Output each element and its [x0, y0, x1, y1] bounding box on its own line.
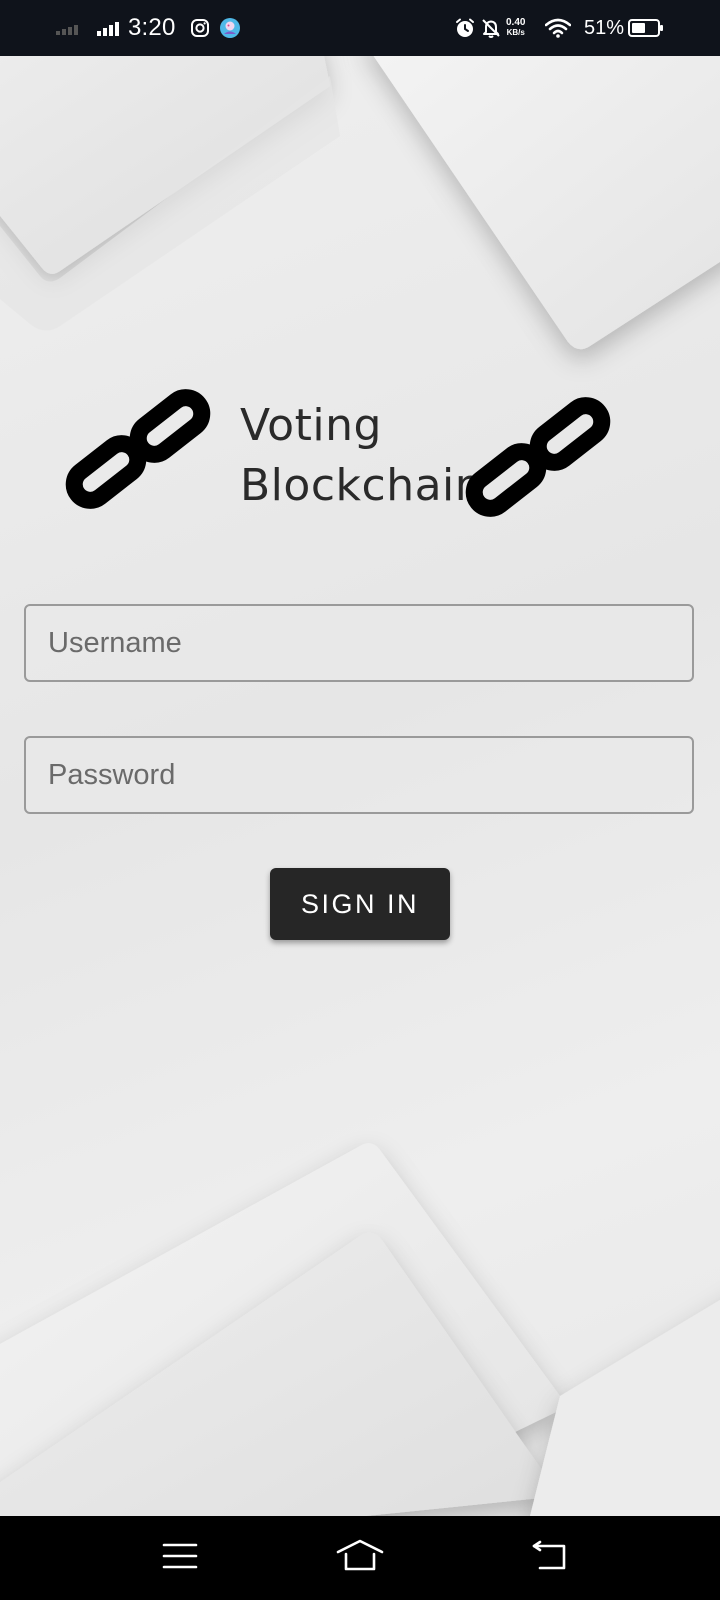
app-notification-icon: [219, 0, 241, 56]
back-icon: [530, 1540, 570, 1577]
username-field[interactable]: [24, 604, 694, 682]
app-title-line1: Voting: [240, 400, 382, 451]
chain-link-icon: [462, 390, 618, 527]
network-speed: 0.40 KB/s: [506, 0, 525, 56]
signal-weak-icon: [56, 0, 82, 56]
network-speed-unit: KB/s: [506, 28, 525, 37]
status-time: 3:20: [128, 14, 176, 41]
navigation-bar: [0, 1516, 720, 1600]
home-icon: [336, 1539, 384, 1578]
network-speed-value: 0.40: [506, 17, 526, 28]
notifications-off-icon: [480, 0, 502, 56]
battery-icon: [628, 0, 664, 56]
chain-link-icon: [62, 382, 218, 519]
app-title-line2: Blockchain: [240, 460, 484, 511]
password-field[interactable]: [24, 736, 694, 814]
menu-icon: [162, 1542, 198, 1575]
username-input[interactable]: [26, 606, 692, 680]
status-bar: 3:20 0.40 KB/s 51%: [0, 0, 720, 56]
back-button[interactable]: [500, 1516, 600, 1600]
home-button[interactable]: [310, 1516, 410, 1600]
signal-strong-icon: [97, 0, 123, 56]
menu-button[interactable]: [130, 1516, 230, 1600]
battery-percent: 51%: [584, 16, 625, 39]
password-input[interactable]: [26, 738, 692, 812]
instagram-icon: [190, 0, 210, 56]
alarm-icon: [454, 0, 476, 56]
sign-in-button[interactable]: SIGN IN: [270, 868, 450, 940]
app-logo: Voting Blockchain: [0, 370, 720, 530]
wifi-icon: [545, 0, 571, 56]
app-title: Voting Blockchain: [240, 396, 483, 516]
